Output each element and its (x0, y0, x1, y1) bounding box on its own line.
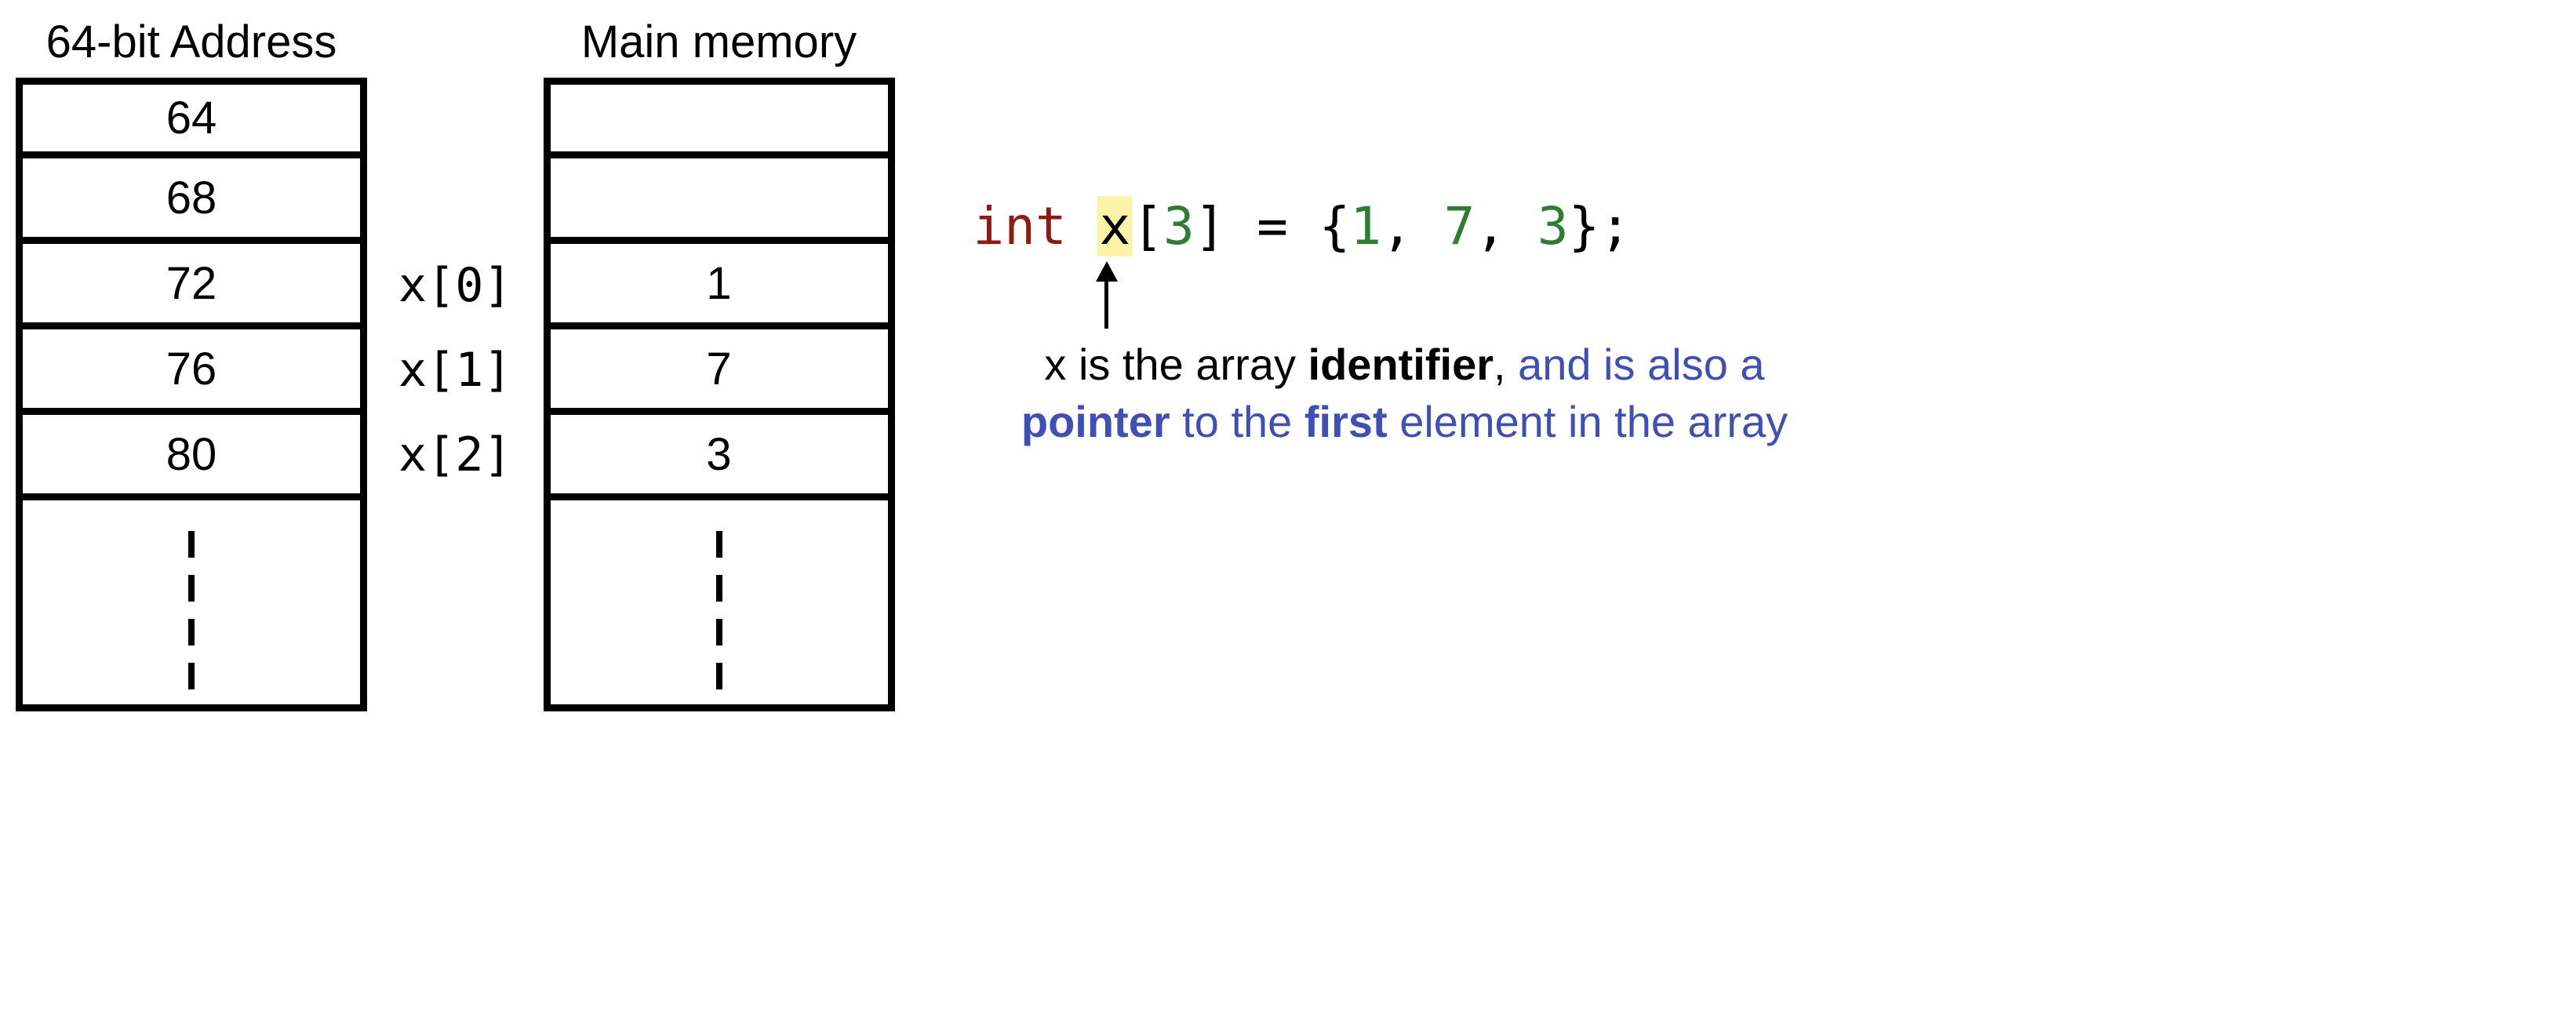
index-label: x[0] (398, 243, 512, 328)
arrow-up-icon (1091, 261, 1122, 329)
code-size: 3 (1163, 196, 1195, 256)
index-label: x[1] (398, 328, 512, 413)
index-label: x[2] (398, 413, 512, 497)
address-title: 64-bit Address (46, 16, 337, 68)
memory-column: Main memory 1 7 3 (544, 16, 895, 711)
memory-cell: 1 (551, 244, 888, 329)
address-table: 64 68 72 76 80 (16, 78, 367, 711)
memory-cell: 7 (551, 329, 888, 415)
memory-cell (551, 158, 888, 244)
memory-cell-ellipsis (551, 500, 888, 704)
caption-text: x is the array identifier, and is also a… (973, 336, 1836, 451)
address-cell: 76 (23, 329, 360, 415)
code-value: 1 (1350, 196, 1381, 256)
memory-cell: 3 (551, 415, 888, 500)
code-type-keyword: int (973, 196, 1067, 256)
address-cell-ellipsis (23, 500, 360, 704)
code-value: 3 (1537, 196, 1569, 256)
memory-cell (551, 85, 888, 158)
index-labels: x[0] x[1] x[2] (398, 86, 512, 497)
code-value: 7 (1444, 196, 1475, 256)
memory-title: Main memory (581, 16, 857, 68)
address-cell: 68 (23, 158, 360, 244)
address-column: 64-bit Address 64 68 72 76 80 (16, 16, 367, 711)
address-cell: 72 (23, 244, 360, 329)
code-declaration: int x[3] = {1, 7, 3}; (973, 196, 1836, 256)
code-variable: x (1097, 196, 1132, 256)
code-panel: int x[3] = {1, 7, 3}; x is the array ide… (973, 196, 1836, 451)
memory-table: 1 7 3 (544, 78, 895, 711)
address-cell: 80 (23, 415, 360, 500)
address-cell: 64 (23, 85, 360, 158)
